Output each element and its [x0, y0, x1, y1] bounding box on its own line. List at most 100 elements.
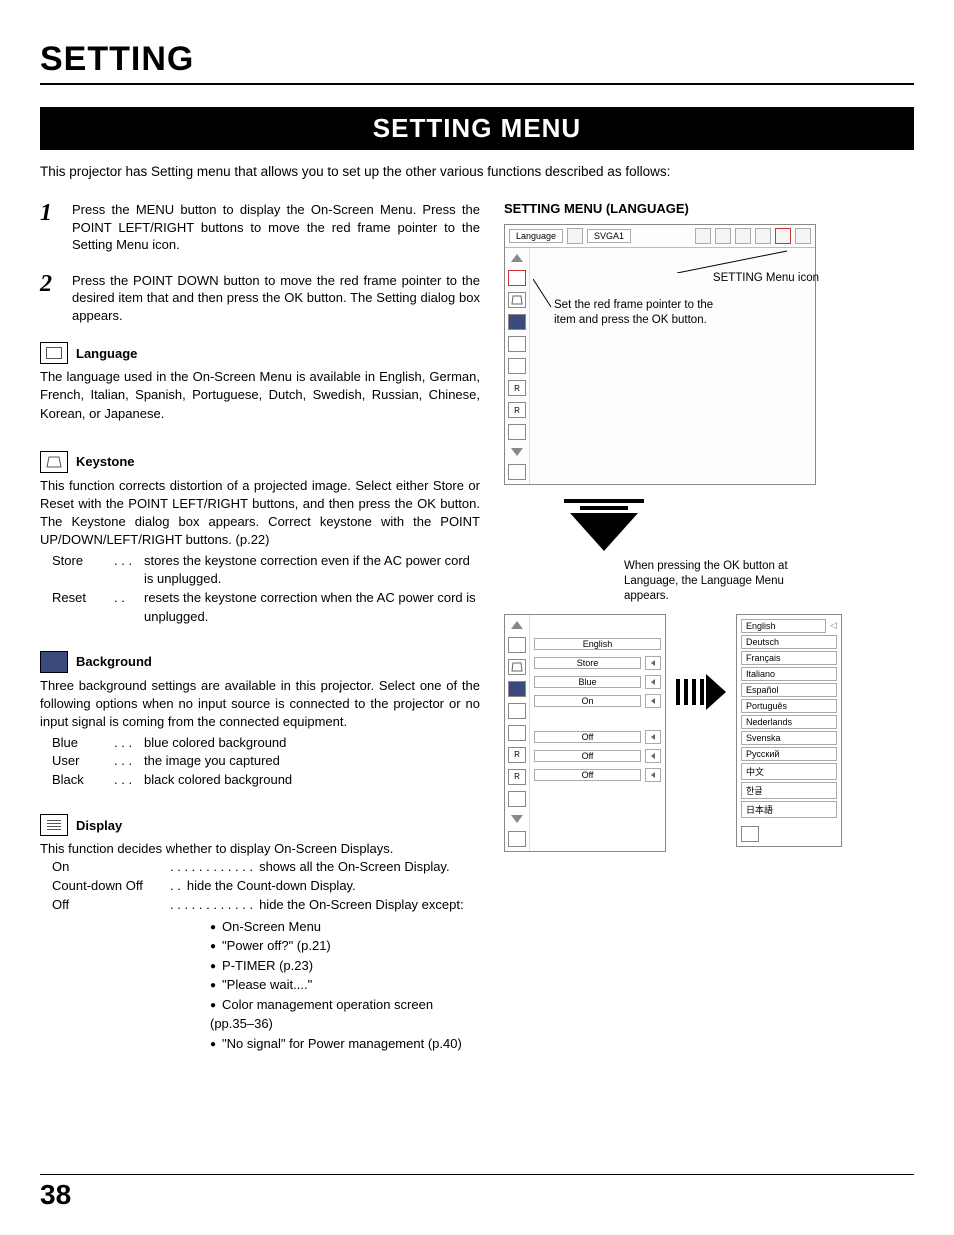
- feature-body: This function corrects distortion of a p…: [40, 477, 480, 550]
- setting-value: English: [534, 638, 661, 650]
- down-arrow-icon: [564, 499, 644, 551]
- topbar-mode: SVGA1: [587, 229, 631, 243]
- feature-body: Three background settings are available …: [40, 677, 480, 732]
- selector-arrow-icon: [645, 694, 661, 708]
- menu-item-icon: [508, 703, 526, 719]
- right-column: SETTING MENU (LANGUAGE) Language SVGA1: [504, 201, 914, 1053]
- opt-val: black colored background: [144, 771, 480, 790]
- dots: . . . . . . . . . . . .: [170, 896, 253, 915]
- step-number: 2: [40, 272, 60, 325]
- step-text: Press the POINT DOWN button to move the …: [72, 272, 480, 325]
- selector-arrow-icon: [645, 730, 661, 744]
- opt-label: On: [52, 858, 170, 877]
- selector-arrow-icon: [645, 675, 661, 689]
- opt-label: User: [52, 752, 114, 771]
- language-option: Nederlands: [741, 715, 837, 729]
- topbar-label: Language: [509, 229, 563, 243]
- feature-keystone: Keystone This function corrects distorti…: [40, 451, 480, 627]
- callout-icon-label: SETTING Menu icon: [713, 271, 819, 286]
- topbar-icon: [715, 228, 731, 244]
- menu-item-icon: [508, 292, 526, 308]
- section-title: SETTING: [40, 40, 914, 79]
- keystone-options: Store. . .stores the keystone correction…: [52, 552, 480, 627]
- scroll-down-icon: [511, 815, 523, 823]
- setting-value: Store: [534, 657, 641, 669]
- dots: . . .: [114, 752, 144, 771]
- selected-indicator-icon: ◁: [830, 620, 837, 631]
- osd-menu-box: Language SVGA1: [504, 224, 816, 485]
- callout-line: [677, 249, 797, 273]
- scroll-up-icon: [511, 621, 523, 629]
- callout-line: [533, 279, 563, 319]
- opt-label: Count-down Off: [52, 877, 170, 896]
- menu-item-icon: R: [508, 769, 526, 785]
- title-rule: [40, 83, 914, 85]
- dots: . . .: [114, 734, 144, 753]
- menu-item-icon: [508, 659, 526, 675]
- opt-val: stores the keystone correction even if t…: [144, 552, 480, 590]
- opt-val: the image you captured: [144, 752, 480, 771]
- dots: . . .: [114, 552, 144, 590]
- language-option: 한글: [741, 782, 837, 799]
- keystone-icon: [40, 451, 68, 473]
- language-option: Svenska: [741, 731, 837, 745]
- language-option: Português: [741, 699, 837, 713]
- menu-item-icon: R: [508, 380, 526, 396]
- language-option: Italiano: [741, 667, 837, 681]
- list-item: On-Screen Menu: [210, 917, 480, 937]
- list-item: P-TIMER (p.23): [210, 956, 480, 976]
- intro-text: This projector has Setting menu that all…: [40, 164, 914, 179]
- setting-value: Off: [534, 750, 641, 762]
- language-list-panel: English◁ Deutsch Français Italiano Españ…: [736, 614, 842, 847]
- feature-title: Language: [76, 346, 137, 361]
- topbar-icon: [695, 228, 711, 244]
- feature-title: Display: [76, 818, 122, 833]
- menu-item-icon: [508, 637, 526, 653]
- menu-item-icon: [508, 725, 526, 741]
- exit-icon: [741, 826, 759, 842]
- selector-arrow-icon: [645, 656, 661, 670]
- right-arrow-icon: [676, 674, 726, 710]
- dots: . . . . . . . . . . . .: [170, 858, 253, 877]
- selector-arrow-icon: [645, 768, 661, 782]
- feature-title: Keystone: [76, 454, 135, 469]
- settings-values-panel: R R English Store Blue On Off: [504, 614, 666, 852]
- dots: . .: [114, 589, 144, 627]
- language-option: Русский: [741, 747, 837, 761]
- topbar-icon: [755, 228, 771, 244]
- feature-body: This function decides whether to display…: [40, 840, 480, 858]
- menu-item-icon: [508, 358, 526, 374]
- figure-second-row: R R English Store Blue On Off: [504, 614, 914, 852]
- note-text: When pressing the OK button at Language,…: [624, 559, 804, 604]
- language-option: English: [741, 619, 826, 633]
- step-text: Press the MENU button to display the On-…: [72, 201, 480, 254]
- figure-setting-menu: Language SVGA1: [504, 224, 914, 852]
- setting-value: Blue: [534, 676, 641, 688]
- menu-item-icon: R: [508, 402, 526, 418]
- menu-item-icon: [508, 314, 526, 330]
- menu-item-icon: [508, 791, 526, 807]
- language-option: Español: [741, 683, 837, 697]
- display-icon: [40, 814, 68, 836]
- scroll-down-icon: [511, 448, 523, 456]
- language-option: 日本語: [741, 801, 837, 818]
- step-number: 1: [40, 201, 60, 254]
- language-option: Deutsch: [741, 635, 837, 649]
- callout-pointer-text: Set the red frame pointer to the item an…: [554, 298, 714, 328]
- menu-item-icon: [508, 424, 526, 440]
- background-options: Blue. . .blue colored background User. .…: [52, 734, 480, 791]
- opt-val: resets the keystone correction when the …: [144, 589, 480, 627]
- language-option: 中文: [741, 763, 837, 780]
- background-icon: [40, 651, 68, 673]
- selector-arrow-icon: [645, 749, 661, 763]
- right-heading: SETTING MENU (LANGUAGE): [504, 201, 914, 216]
- list-item: "No signal" for Power management (p.40): [210, 1034, 480, 1054]
- opt-label: Reset: [52, 589, 114, 627]
- list-item: "Power off?" (p.21): [210, 936, 480, 956]
- bar-title: SETTING MENU: [40, 107, 914, 150]
- menu-item-icon: [508, 681, 526, 697]
- setting-value: On: [534, 695, 641, 707]
- opt-val: hide the On-Screen Display except:: [259, 896, 464, 915]
- topbar-icon: [775, 228, 791, 244]
- list-item: "Please wait....": [210, 975, 480, 995]
